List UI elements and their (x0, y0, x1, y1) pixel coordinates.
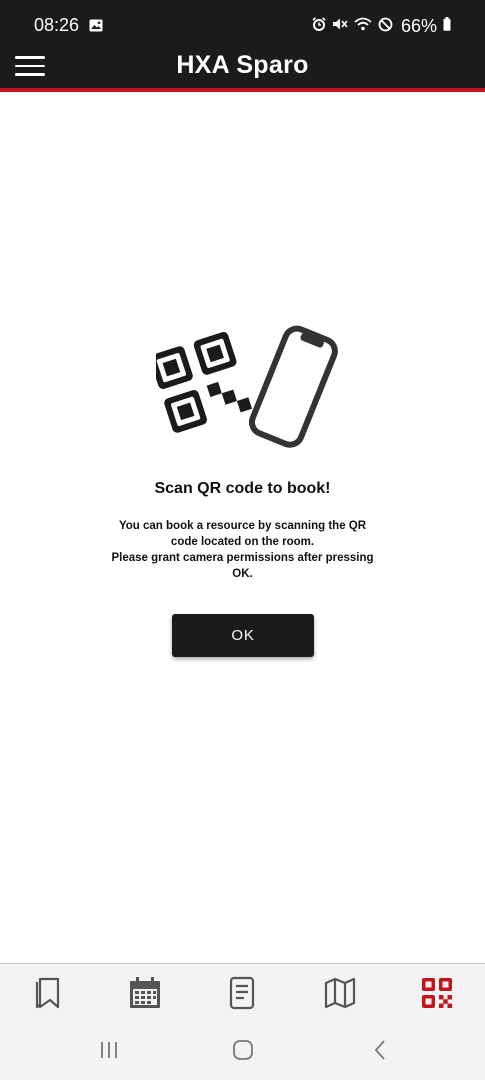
nav-map[interactable] (320, 975, 360, 1015)
document-icon (228, 976, 256, 1015)
qr-code-icon (420, 976, 454, 1015)
nav-bookmarks[interactable] (28, 975, 68, 1015)
battery-icon (443, 17, 451, 36)
map-icon (323, 976, 357, 1015)
wifi-icon (354, 17, 372, 36)
bottom-nav (0, 963, 485, 1020)
nav-calendar[interactable] (125, 975, 165, 1015)
scan-description: You can book a resource by scanning the … (95, 518, 390, 582)
do-not-disturb-icon (378, 17, 393, 37)
system-nav-bar (0, 1019, 485, 1080)
home-button[interactable] (228, 1039, 258, 1065)
alarm-icon (312, 17, 326, 36)
ok-button[interactable]: OK (172, 614, 314, 657)
status-bar: 08:26 66% (0, 0, 485, 48)
recent-apps-icon (98, 1040, 120, 1065)
calendar-icon (128, 976, 162, 1015)
nav-qr-scan[interactable] (417, 975, 457, 1015)
description-line: Please grant camera permissions after pr… (111, 552, 374, 564)
mute-icon (332, 17, 348, 36)
description-line: You can book a resource by scanning the … (118, 520, 367, 532)
qr-phone-illustration (150, 320, 342, 452)
description-line: code located on the room. (170, 536, 315, 548)
bookmark-icon (32, 976, 64, 1015)
description-line: OK. (232, 568, 253, 580)
back-icon (372, 1039, 388, 1066)
nav-documents[interactable] (222, 975, 262, 1015)
back-button[interactable] (365, 1039, 395, 1065)
recent-apps-button[interactable] (94, 1039, 124, 1065)
scan-heading: Scan QR code to book! (154, 480, 331, 497)
status-time: 08:26 (34, 15, 80, 35)
home-icon (232, 1039, 254, 1066)
app-bar-accent-line (0, 88, 485, 92)
app-title: HXA Sparo (176, 51, 309, 79)
image-icon (89, 19, 103, 37)
battery-percent: 66% (400, 16, 437, 36)
